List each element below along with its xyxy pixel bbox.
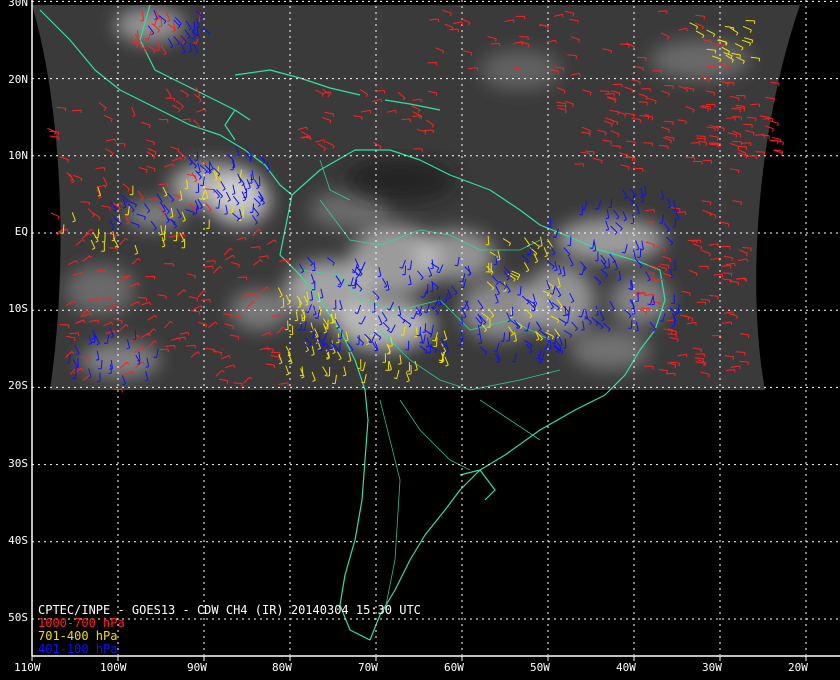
wind-barb <box>769 120 779 127</box>
wind-barb <box>769 139 779 145</box>
legend-high-level: 401-100 hPa <box>38 642 118 656</box>
satellite-image <box>32 5 800 390</box>
lon-label-40w: 40W <box>616 661 636 674</box>
lon-label-90w: 90W <box>187 661 207 674</box>
legend: CPTEC/INPE - GOES13 - CDW CH4 (IR) 20140… <box>38 604 421 656</box>
lon-label-110w: 110W <box>14 661 41 674</box>
lat-label-30n: 30N <box>8 0 28 9</box>
lat-label-10s: 10S <box>8 302 28 315</box>
lon-label-60w: 60W <box>444 661 464 674</box>
lon-label-100w: 100W <box>100 661 127 674</box>
lon-label-30w: 30W <box>702 661 722 674</box>
lon-label-80w: 80W <box>272 661 292 674</box>
lat-label-50s: 50S <box>8 611 28 624</box>
lon-label-70w: 70W <box>358 661 378 674</box>
wind-barb <box>50 212 60 220</box>
lat-label-10n: 10N <box>8 149 28 162</box>
lat-label-30s: 30S <box>8 457 28 470</box>
lon-label-50w: 50W <box>530 661 550 674</box>
wind-map: 30N 20N 10N EQ 10S 20S 30S 40S 50S 110W … <box>0 0 840 680</box>
lat-label-20n: 20N <box>8 73 28 86</box>
lat-label-40s: 40S <box>8 534 28 547</box>
lat-label-eq: EQ <box>14 225 28 238</box>
map-canvas <box>31 0 840 661</box>
lon-label-20w: 20W <box>788 661 808 674</box>
lat-label-20s: 20S <box>8 379 28 392</box>
